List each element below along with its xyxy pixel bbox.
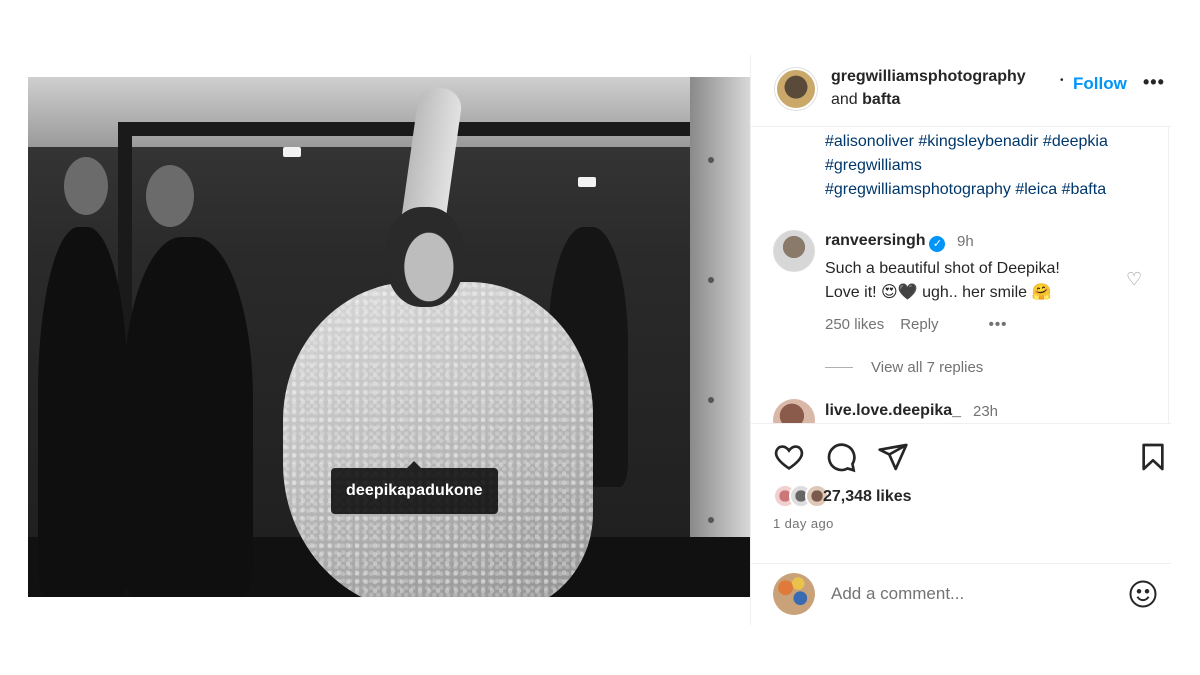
post-timestamp[interactable]: 1 day ago <box>773 516 834 531</box>
separator-dot: • <box>1060 75 1064 86</box>
comment-meta: 250 likes Reply ••• <box>825 316 1007 333</box>
comment-text: Such a beautiful shot of Deepika! Love i… <box>825 257 1125 305</box>
comment-likes[interactable]: 250 likes <box>825 316 884 333</box>
hashtag-link[interactable]: #gregwilliams <box>825 157 922 174</box>
smiley-icon[interactable] <box>1128 579 1158 609</box>
post-sidebar: gregwilliamsphotography and bafta • Foll… <box>750 55 1171 625</box>
verified-badge-icon: ✓ <box>929 236 946 252</box>
author-avatar[interactable] <box>775 68 817 110</box>
reply-button[interactable]: Reply <box>900 316 938 333</box>
author-username[interactable]: gregwilliamsphotography <box>831 68 1026 85</box>
metal-panel <box>690 77 750 597</box>
replies-divider <box>825 367 853 368</box>
hashtag-link[interactable]: #leica <box>1015 181 1057 198</box>
and-text: and <box>831 91 858 108</box>
post-photo[interactable]: deepikapadukone <box>28 77 750 597</box>
author-names: gregwilliamsphotography and bafta <box>831 65 1026 111</box>
paper-plane-icon[interactable] <box>877 441 909 473</box>
rivet <box>708 517 714 523</box>
hashtag-link[interactable]: #gregwilliamsphotography <box>825 181 1011 198</box>
coauthor-username[interactable]: bafta <box>862 91 900 108</box>
commenter-username[interactable]: live.love.deepika_ <box>825 402 961 420</box>
hashtag-link[interactable]: #kingsleybenadir <box>918 133 1038 150</box>
comment-line: Such a beautiful shot of Deepika! <box>825 260 1060 277</box>
likes-count[interactable]: 27,348 likes <box>823 488 912 506</box>
post-header: gregwilliamsphotography and bafta • Foll… <box>751 55 1171 127</box>
commenter-avatar[interactable] <box>773 230 815 272</box>
hashtag-link[interactable]: #alisonoliver <box>825 133 914 150</box>
commenter-name[interactable]: ranveersingh <box>825 232 925 249</box>
commenter-avatar[interactable] <box>773 399 815 423</box>
view-replies-button[interactable]: View all 7 replies <box>825 359 983 376</box>
subject-head <box>386 207 464 307</box>
comments-section[interactable]: #alisonoliver #kingsleybenadir #deepkia … <box>751 127 1169 423</box>
caption-hashtags: #alisonoliver #kingsleybenadir #deepkia … <box>825 130 1108 202</box>
current-user-avatar <box>773 573 815 615</box>
user-tag[interactable]: deepikapadukone <box>331 461 498 514</box>
likes-number: 27,348 <box>823 488 872 505</box>
comment-input[interactable] <box>831 580 1121 608</box>
more-options-icon[interactable]: ••• <box>1143 72 1165 93</box>
post-actions: 27,348 likes 1 day ago <box>751 423 1171 583</box>
hashtag-link[interactable]: #deepkia <box>1043 133 1108 150</box>
rivet <box>708 397 714 403</box>
comment-bubble-icon[interactable] <box>825 441 857 473</box>
sequin-saree <box>283 282 593 597</box>
rivet <box>708 277 714 283</box>
add-comment-bar <box>751 563 1171 625</box>
comment-like-icon[interactable]: ♡ <box>1126 269 1142 290</box>
commenter-username[interactable]: ranveersingh ✓ <box>825 232 946 252</box>
heart-icon[interactable] <box>773 441 805 473</box>
person-head <box>64 157 108 215</box>
person-silhouette <box>123 237 253 597</box>
likes-word: likes <box>875 488 912 505</box>
bookmark-icon[interactable] <box>1137 441 1169 473</box>
comment-time: 23h <box>973 403 999 420</box>
person-head <box>146 165 194 227</box>
comment-options-icon[interactable]: ••• <box>989 316 1008 333</box>
hashtag-link[interactable]: #bafta <box>1062 181 1106 198</box>
person-silhouette <box>38 227 128 597</box>
follow-button[interactable]: Follow <box>1073 74 1127 94</box>
view-replies-label: View all 7 replies <box>871 359 984 376</box>
rivet <box>708 157 714 163</box>
comment-line: Love it! 😍🖤 ugh.. her smile 🤗 <box>825 284 1052 301</box>
comment-time: 9h <box>957 233 974 250</box>
